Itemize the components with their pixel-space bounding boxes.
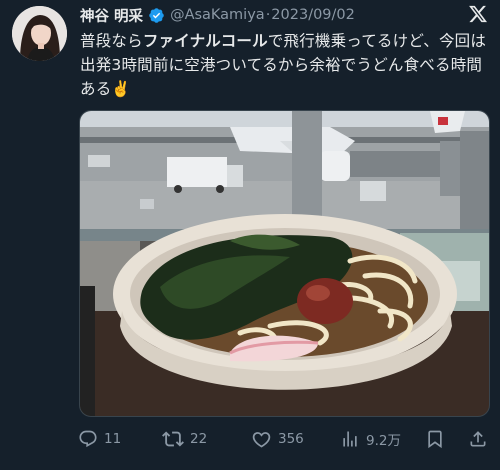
tweet-media-photo[interactable] bbox=[79, 110, 490, 417]
tweet-text-bold: ファイナルコール bbox=[142, 32, 268, 50]
avatar-image bbox=[12, 6, 67, 61]
like-button[interactable]: 356 bbox=[251, 428, 304, 450]
like-count: 356 bbox=[278, 431, 304, 447]
x-logo-icon[interactable] bbox=[468, 4, 488, 24]
heart-icon bbox=[252, 431, 271, 448]
verified-badge-icon bbox=[149, 7, 164, 23]
views-chart-icon bbox=[343, 431, 357, 447]
reply-count: 11 bbox=[104, 431, 122, 447]
share-button[interactable] bbox=[468, 428, 488, 450]
retweet-count: 22 bbox=[190, 431, 208, 447]
author-handle[interactable]: @AsaKamiya bbox=[170, 7, 265, 23]
tweet-action-bar: 11 22 356 9.2万 bbox=[78, 428, 490, 450]
header-separator: · bbox=[265, 7, 271, 23]
tweet-text: 普段ならファイナルコールで飛行機乗ってるけど、今回は出発3時間前に空港ついてるか… bbox=[80, 29, 492, 101]
bookmark-icon bbox=[428, 430, 442, 449]
view-count: 9.2万 bbox=[366, 433, 401, 449]
reply-icon bbox=[79, 430, 97, 448]
retweet-icon bbox=[162, 431, 184, 447]
bookmark-button[interactable] bbox=[425, 428, 445, 450]
author-display-name[interactable]: 神谷 明采 bbox=[80, 5, 143, 26]
share-icon bbox=[470, 431, 486, 447]
views-button[interactable]: 9.2万 bbox=[340, 428, 401, 450]
tweet-text-part1: 普段なら bbox=[80, 32, 143, 50]
reply-button[interactable]: 11 bbox=[78, 428, 121, 450]
retweet-button[interactable]: 22 bbox=[162, 428, 207, 450]
tweet-date[interactable]: 2023/09/02 bbox=[271, 7, 355, 23]
photo-icon bbox=[80, 111, 489, 416]
tweet-header: 神谷 明采 @AsaKamiya · 2023/09/02 bbox=[80, 4, 488, 26]
avatar[interactable] bbox=[12, 6, 67, 61]
victory-hand-emoji: ✌️ bbox=[111, 80, 131, 98]
